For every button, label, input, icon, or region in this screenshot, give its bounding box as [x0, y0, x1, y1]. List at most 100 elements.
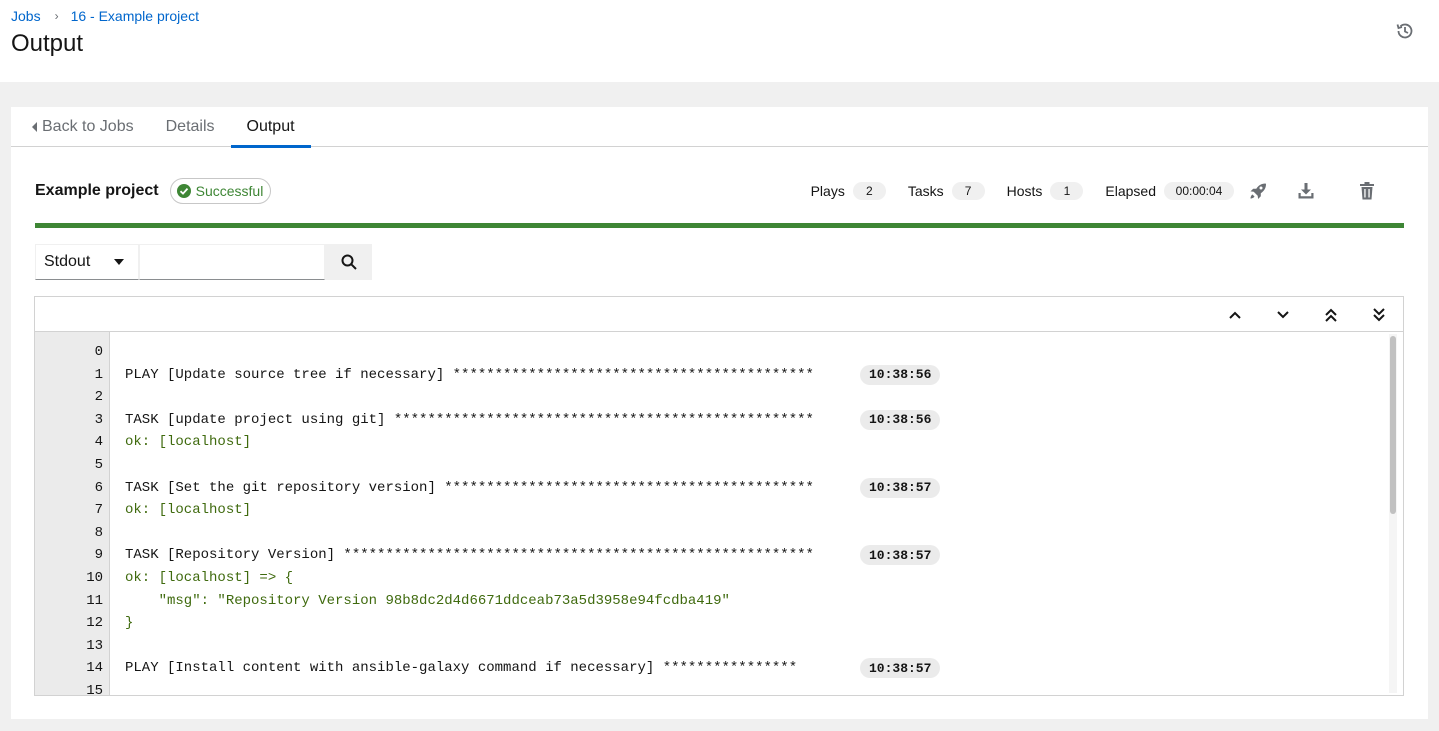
line-text: PLAY [Update source tree if necessary] *… — [125, 366, 814, 383]
output-log[interactable]: 0 1 PLAY [Update source tree if necessary]… — [35, 332, 1403, 695]
tab-label: Details — [165, 118, 215, 135]
search-icon — [341, 254, 357, 270]
line-text: TASK [Set the git repository version] **… — [125, 479, 814, 496]
caret-down-icon — [114, 259, 124, 265]
log-line: 14 PLAY [Install content with ansible-gal… — [35, 657, 1390, 679]
output-scrollbar-thumb[interactable] — [1390, 336, 1396, 514]
log-line: 4 ok: [localhost] — [35, 431, 1390, 453]
page-header: Jobs › 16 - Example project Output — [0, 0, 1439, 82]
search-button[interactable] — [325, 244, 372, 280]
line-text: ok: [localhost] — [125, 434, 252, 451]
scroll-next-button[interactable] — [1259, 297, 1307, 332]
line-text: ok: [localhost] — [125, 502, 252, 519]
log-line: 10 ok: [localhost] => { — [35, 567, 1390, 589]
scroll-previous-button[interactable] — [1211, 297, 1259, 332]
hosts-label: Hosts — [1006, 183, 1043, 199]
scroll-first-button[interactable] — [1307, 297, 1355, 332]
tasks-count: 7 — [951, 182, 985, 200]
job-progress-bar — [35, 223, 1404, 228]
log-line: 8 — [35, 522, 1390, 544]
plays-count: 2 — [852, 182, 886, 200]
job-header: Example project Successful Plays 2 Tasks… — [35, 177, 1405, 205]
check-circle-icon — [176, 184, 191, 198]
log-line: 13 — [35, 635, 1390, 657]
log-line: 11 "msg": "Repository Version 98b8dc2d4d… — [35, 590, 1390, 612]
delete-icon[interactable] — [1357, 181, 1377, 201]
status-text: Successful — [195, 183, 264, 199]
line-number: 3 — [94, 411, 103, 428]
breadcrumb-job-link[interactable]: 16 - Example project — [71, 8, 199, 24]
line-text: PLAY [Install content with ansible-galax… — [125, 660, 798, 677]
log-line: 3 TASK [update project using git] *******… — [35, 409, 1390, 431]
tab-output[interactable]: Output — [230, 107, 311, 148]
timestamp-badge: 10:38:57 — [860, 545, 941, 566]
hosts-count: 1 — [1050, 182, 1084, 200]
line-number: 2 — [94, 389, 103, 406]
line-number: 15 — [86, 683, 103, 695]
timestamp-badge: 10:38:56 — [860, 364, 941, 385]
log-line: 9 TASK [Repository Version] *************… — [35, 544, 1390, 566]
job-card: Back to Jobs Details Output Example proj… — [11, 107, 1428, 719]
rocket-icon[interactable] — [1248, 181, 1268, 201]
output-scrollbar[interactable] — [1389, 334, 1397, 693]
line-number: 1 — [94, 366, 103, 383]
line-number: 7 — [94, 502, 103, 519]
breadcrumb: Jobs › 16 - Example project — [11, 8, 199, 24]
job-name: Example project — [35, 182, 159, 199]
line-text: } — [125, 615, 134, 632]
job-output-panel: 0 1 PLAY [Update source tree if necessary]… — [34, 296, 1404, 696]
line-text: ok: [localhost] => { — [125, 570, 294, 586]
tab-details[interactable]: Details — [150, 107, 231, 147]
output-search: Stdout — [35, 244, 372, 280]
filter-select[interactable]: Stdout — [35, 244, 139, 280]
tab-bar: Back to Jobs Details Output — [11, 107, 1428, 148]
line-text: TASK [update project using git] ********… — [125, 411, 814, 428]
angle-double-down-icon — [1373, 307, 1385, 321]
tab-back-to-jobs[interactable]: Back to Jobs — [11, 107, 150, 147]
angle-double-up-icon — [1325, 308, 1337, 322]
page-title: Output — [11, 30, 84, 57]
log-line: 5 — [35, 454, 1390, 476]
log-line: 0 — [35, 341, 1390, 363]
log-line: 15 — [35, 680, 1390, 695]
scroll-last-button[interactable] — [1355, 297, 1403, 332]
timestamp-badge: 10:38:56 — [860, 409, 941, 430]
line-number: 6 — [94, 479, 103, 496]
filter-select-value: Stdout — [44, 253, 91, 270]
line-number: 5 — [94, 457, 103, 473]
elapsed-time: 00:00:04 — [1164, 182, 1234, 200]
line-number: 10 — [86, 570, 103, 586]
line-number: 0 — [94, 344, 103, 360]
plays-label: Plays — [810, 183, 845, 199]
tab-label: Output — [246, 118, 295, 135]
log-line: 2 — [35, 386, 1390, 408]
timestamp-badge: 10:38:57 — [860, 658, 941, 679]
tasks-label: Tasks — [907, 183, 944, 199]
log-line: 1 PLAY [Update source tree if necessary] … — [35, 364, 1390, 386]
breadcrumb-jobs-link[interactable]: Jobs — [11, 8, 41, 24]
log-line: 7 ok: [localhost] — [35, 499, 1390, 521]
history-icon[interactable] — [1395, 21, 1415, 41]
angle-down-icon — [1277, 310, 1289, 318]
job-stats: Plays 2 Tasks 7 Hosts 1 Elapsed 00:00:04 — [811, 177, 1405, 205]
tab-label: Back to Jobs — [42, 118, 134, 135]
line-number: 12 — [86, 615, 103, 632]
line-number: 11 — [86, 592, 103, 609]
line-number: 13 — [86, 637, 103, 654]
line-text: "msg": "Repository Version 98b8dc2d4d667… — [125, 592, 730, 609]
status-badge: Successful — [169, 178, 272, 204]
job-progress-fill — [35, 223, 1404, 228]
line-number: 4 — [94, 434, 103, 451]
log-line: 12} — [35, 612, 1390, 634]
log-line: 6 TASK [Set the git repository version] *… — [35, 477, 1390, 499]
line-number: 9 — [94, 547, 103, 564]
line-number: 14 — [86, 660, 103, 677]
angle-up-icon — [1229, 311, 1241, 319]
timestamp-badge: 10:38:57 — [860, 477, 941, 498]
download-icon[interactable] — [1296, 181, 1316, 201]
search-input[interactable] — [139, 244, 325, 280]
chevron-right-icon: › — [54, 9, 59, 23]
line-number: 8 — [94, 524, 103, 541]
elapsed-label: Elapsed — [1105, 183, 1156, 199]
caret-left-icon — [32, 122, 37, 132]
